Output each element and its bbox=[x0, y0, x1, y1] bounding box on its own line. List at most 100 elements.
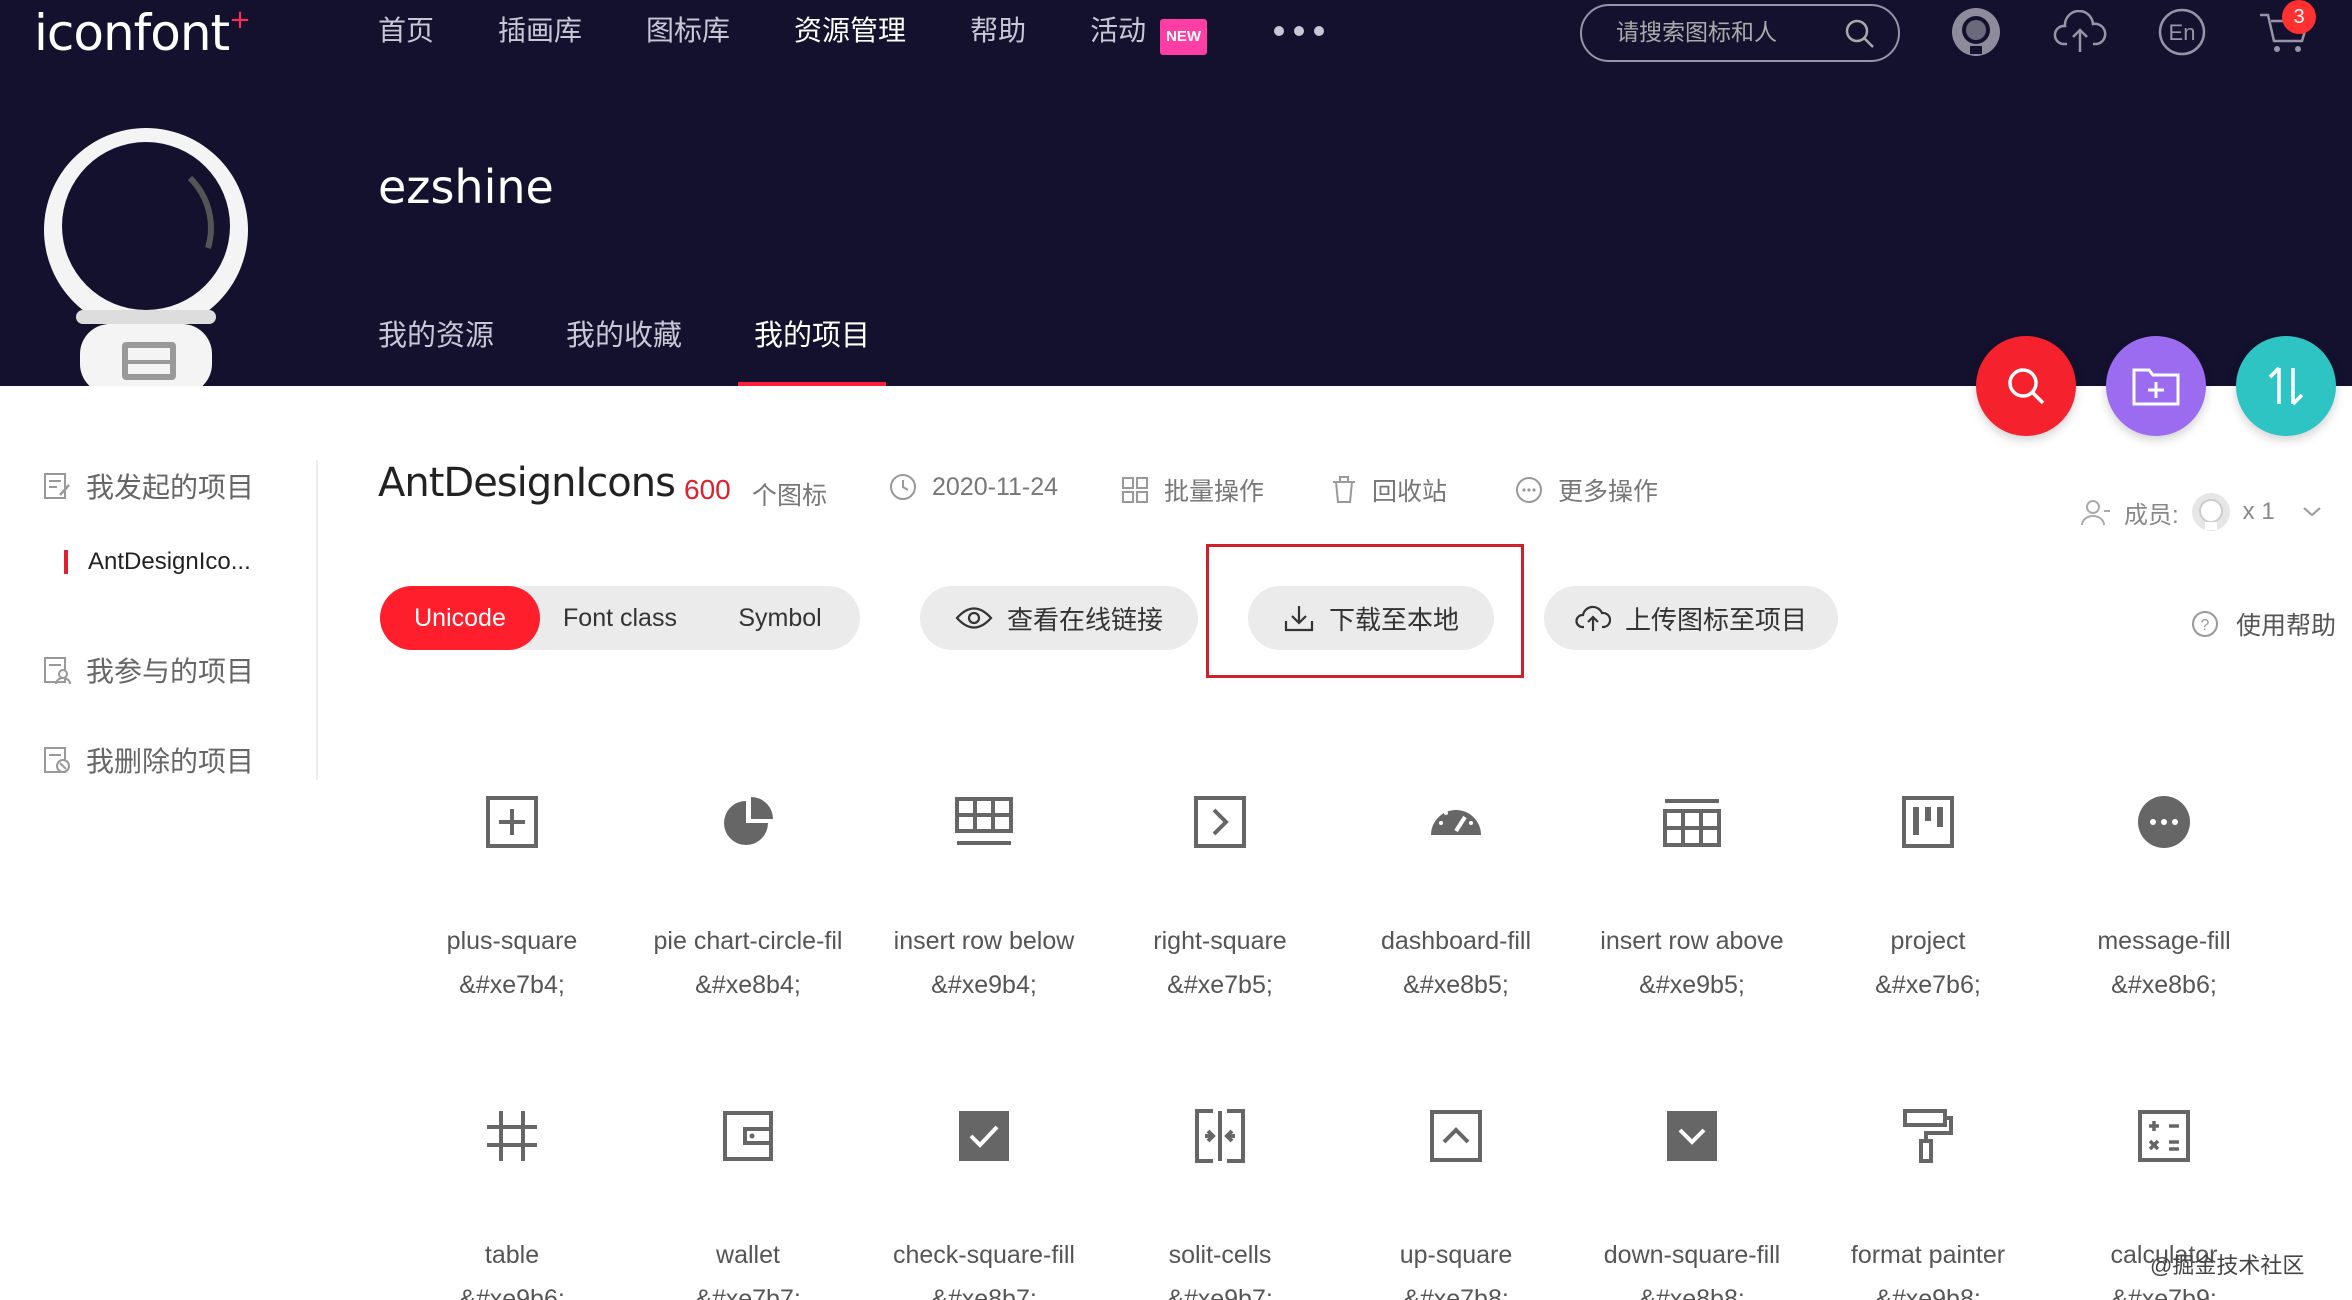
icon-card[interactable]: insert row below &#xe9b4; bbox=[866, 774, 1102, 1000]
insert-row-below-icon bbox=[955, 797, 1013, 845]
icon-unicode: &#xe9b4; bbox=[931, 971, 1037, 999]
icon-unicode: &#xe7b4; bbox=[459, 971, 565, 999]
nav-help[interactable]: 帮助 bbox=[970, 14, 1026, 48]
cart-count-badge: 3 bbox=[2282, 0, 2316, 34]
batch-operation-label: 批量操作 bbox=[1164, 478, 1265, 506]
nav-icon-library[interactable]: 图标库 bbox=[646, 14, 730, 48]
icon-name: format painter bbox=[1850, 1241, 2006, 1269]
trash-label: 回收站 bbox=[1372, 478, 1448, 506]
new-badge: NEW bbox=[1160, 19, 1208, 55]
watermark-text: @掘金技术社区 bbox=[2150, 1253, 2305, 1278]
split-cells-icon bbox=[1195, 1109, 1245, 1163]
astronaut-avatar[interactable] bbox=[40, 120, 250, 386]
sidebar-item-my-projects[interactable]: 我发起的项目 bbox=[42, 466, 254, 506]
icon-card[interactable]: dashboard-fill &#xe8b5; bbox=[1338, 774, 1574, 1000]
help-circle-icon: ? bbox=[2192, 611, 2218, 637]
chevron-down-icon bbox=[2303, 507, 2321, 517]
member-avatar bbox=[2191, 493, 2230, 531]
icon-name: project bbox=[1890, 927, 1966, 955]
batch-grid-icon bbox=[1122, 477, 1148, 503]
project-doc-icon bbox=[44, 473, 70, 499]
tab-my-projects[interactable]: 我的项目 bbox=[738, 316, 887, 386]
check-square-icon bbox=[959, 1111, 1009, 1161]
nav-activities[interactable]: 活动 NEW bbox=[1090, 14, 1208, 55]
project-date-label: 2020-11-24 bbox=[932, 472, 1059, 501]
user-avatar-icon[interactable] bbox=[1948, 4, 2004, 60]
icon-unicode: &#xe8b6; bbox=[2111, 971, 2217, 999]
trash-link[interactable]: 回收站 bbox=[1330, 472, 1447, 508]
upload-icons-button[interactable]: 上传图标至项目 bbox=[1544, 586, 1838, 650]
icon-card[interactable]: pie chart-circle-fil &#xe8b4; bbox=[630, 774, 866, 1000]
icon-card[interactable]: down-square-fill &#xe8b8; bbox=[1574, 1088, 1810, 1300]
icon-unicode: &#xe9b6; bbox=[459, 1285, 565, 1300]
icon-card[interactable]: check-square-fill &#xe8b7; bbox=[866, 1088, 1102, 1300]
icon-card[interactable]: plus-square &#xe7b4; bbox=[394, 774, 630, 1000]
sidebar-item-joined-projects[interactable]: 我参与的项目 bbox=[42, 650, 254, 690]
add-project-fab[interactable] bbox=[2106, 336, 2206, 436]
search-box bbox=[1580, 4, 1900, 62]
project-deleted-icon bbox=[44, 747, 70, 773]
icon-card[interactable]: up-square &#xe7b8; bbox=[1338, 1088, 1574, 1300]
icon-card[interactable]: solit-cells &#xe9b7; bbox=[1102, 1088, 1338, 1300]
tab-unicode[interactable]: Unicode bbox=[380, 586, 540, 650]
right-square-icon bbox=[1194, 796, 1246, 848]
icon-name: wallet bbox=[716, 1241, 780, 1269]
sidebar-item-deleted-projects[interactable]: 我删除的项目 bbox=[42, 740, 254, 780]
search-fab[interactable] bbox=[1976, 336, 2076, 436]
more-menu-icon[interactable] bbox=[1274, 26, 1324, 36]
members-icon bbox=[2081, 500, 2110, 526]
sidebar-current-project[interactable]: AntDesignIco... bbox=[64, 550, 251, 574]
tab-font-class[interactable]: Font class bbox=[540, 586, 700, 650]
code-mode-switch: Unicode Font class Symbol bbox=[380, 586, 860, 650]
icon-unicode: &#xe7b7; bbox=[695, 1285, 801, 1300]
more-operations-label: 更多操作 bbox=[1558, 478, 1659, 506]
sort-fab[interactable] bbox=[2236, 336, 2336, 436]
icon-unicode: &#xe8b5; bbox=[1403, 971, 1509, 999]
icon-unicode: &#xe8b7; bbox=[931, 1285, 1037, 1300]
upload-cloud-icon[interactable] bbox=[2052, 4, 2108, 60]
icon-unicode: &#xe7b8; bbox=[1403, 1285, 1509, 1300]
table-icon bbox=[487, 1111, 537, 1161]
top-nav: 首页 插画库 图标库 资源管理 帮助 活动 NEW bbox=[378, 14, 1210, 55]
search-icon[interactable] bbox=[1844, 18, 1876, 55]
view-online-link-label: 查看在线链接 bbox=[1006, 604, 1163, 635]
eye-icon bbox=[955, 607, 993, 629]
logo-mark: + bbox=[229, 5, 251, 36]
icon-unicode: &#xe8b4; bbox=[695, 971, 801, 999]
icon-card[interactable]: format painter &#xe9b8; bbox=[1810, 1088, 2046, 1300]
icon-unicode: &#xe9b7; bbox=[1167, 1285, 1273, 1300]
calculator-icon bbox=[2138, 1110, 2190, 1162]
logo-text: iconfont bbox=[34, 4, 230, 62]
iconfont-logo[interactable]: iconfont+ bbox=[34, 4, 251, 62]
icon-name: solit-cells bbox=[1168, 1241, 1272, 1269]
message-icon bbox=[2138, 796, 2190, 848]
tab-my-resources[interactable]: 我的资源 bbox=[378, 316, 494, 386]
more-operations[interactable]: 更多操作 bbox=[1514, 472, 1658, 508]
wallet-icon bbox=[723, 1111, 773, 1161]
icon-card[interactable]: insert row above &#xe9b5; bbox=[1574, 774, 1810, 1000]
icon-card[interactable]: message-fill &#xe8b6; bbox=[2046, 774, 2282, 1000]
search-input[interactable] bbox=[1616, 18, 1836, 48]
language-en-icon[interactable]: En bbox=[2154, 4, 2210, 60]
icon-card[interactable]: table &#xe9b6; bbox=[394, 1088, 630, 1300]
icon-card[interactable]: wallet &#xe7b7; bbox=[630, 1088, 866, 1300]
icon-card[interactable]: right-square &#xe7b5; bbox=[1102, 774, 1338, 1000]
nav-resource-management[interactable]: 资源管理 bbox=[794, 14, 906, 48]
tab-symbol[interactable]: Symbol bbox=[700, 586, 860, 650]
nav-illustrations[interactable]: 插画库 bbox=[498, 14, 582, 48]
profile-tabs: 我的资源 我的收藏 我的项目 bbox=[378, 316, 942, 386]
nav-activities-label: 活动 bbox=[1090, 15, 1147, 46]
icon-name: insert row above bbox=[1600, 927, 1784, 955]
view-online-link-button[interactable]: 查看在线链接 bbox=[920, 586, 1198, 650]
header: iconfont+ 首页 插画库 图标库 资源管理 帮助 活动 NEW En 3 bbox=[0, 0, 2352, 386]
icon-unicode: &#xe9b8; bbox=[1875, 1285, 1981, 1300]
icon-count: 600 bbox=[684, 474, 731, 505]
batch-operation[interactable]: 批量操作 bbox=[1120, 472, 1264, 508]
nav-home[interactable]: 首页 bbox=[378, 14, 434, 48]
tab-my-favorites[interactable]: 我的收藏 bbox=[566, 316, 682, 386]
project-members[interactable]: 成员: x 1 bbox=[2080, 492, 2323, 532]
members-label: 成员: bbox=[2124, 501, 2179, 529]
icon-card[interactable]: project &#xe7b6; bbox=[1810, 774, 2046, 1000]
usage-help-link[interactable]: ? 使用帮助 bbox=[2190, 606, 2336, 642]
upload-icons-label: 上传图标至项目 bbox=[1624, 604, 1807, 635]
